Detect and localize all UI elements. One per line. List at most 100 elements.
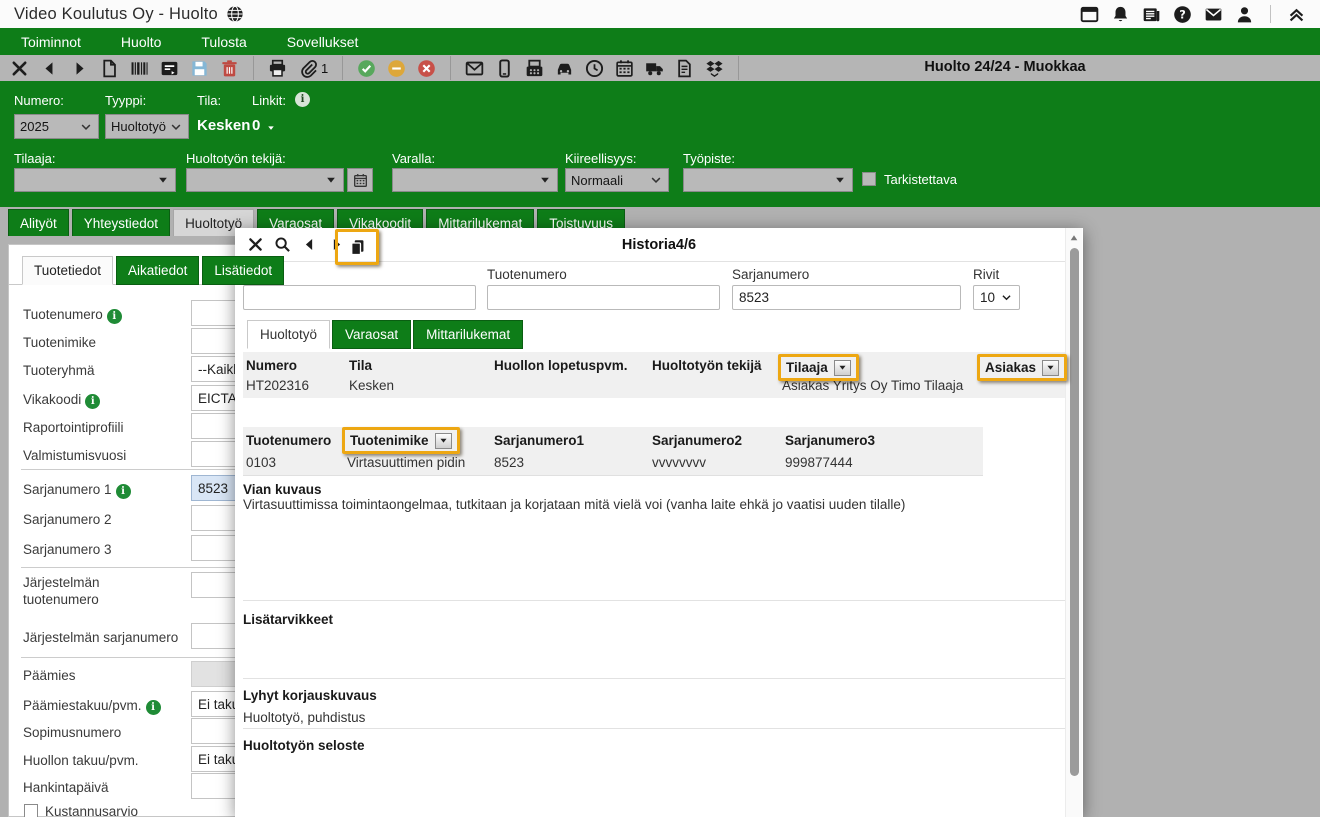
col-tuotenimike: Tuotenimike xyxy=(350,433,429,448)
modal-scrollbar[interactable] xyxy=(1065,228,1082,817)
modal-tabs: HuoltotyöVaraosatMittarilukemat xyxy=(247,320,523,349)
scroll-up-icon[interactable] xyxy=(1068,232,1080,244)
numero-select[interactable]: 2025 xyxy=(14,114,99,139)
save-icon[interactable] xyxy=(190,59,209,78)
field-label: Sopimusnumero xyxy=(23,724,183,741)
modal-tab-varaosat[interactable]: Varaosat xyxy=(332,320,411,349)
asiakas-dropdown-button[interactable] xyxy=(1042,360,1059,376)
tyopiste-select[interactable] xyxy=(683,168,853,192)
scrollbar-thumb[interactable] xyxy=(1070,248,1079,776)
linkit-count[interactable]: 0 xyxy=(252,117,260,134)
kustannusarvio-label: Kustannusarvio xyxy=(45,804,138,817)
car-icon[interactable] xyxy=(555,59,574,78)
korjauskuvaus-text: Huoltotyö, puhdistus xyxy=(243,709,1033,727)
tab-alityöt[interactable]: Alityöt xyxy=(8,209,69,236)
subtab-tuotetiedot[interactable]: Tuotetiedot xyxy=(22,256,113,285)
menu-toiminnot[interactable]: Toiminnot xyxy=(12,34,90,50)
etsi-input[interactable] xyxy=(243,285,476,310)
cross-circle-icon[interactable] xyxy=(417,59,436,78)
fax-icon[interactable] xyxy=(525,59,544,78)
tilaaja-dropdown-button[interactable] xyxy=(834,360,851,376)
tab-yhteystiedot[interactable]: Yhteystiedot xyxy=(72,209,170,236)
barcode-icon[interactable] xyxy=(130,59,149,78)
news-icon[interactable] xyxy=(1142,5,1161,24)
menu-sovellukset[interactable]: Sovellukset xyxy=(278,34,368,50)
modal-tab-mittarilukemat[interactable]: Mittarilukemat xyxy=(413,320,523,349)
mail-filled-icon[interactable] xyxy=(1204,5,1223,24)
file-edit-icon[interactable] xyxy=(675,59,694,78)
info-icon[interactable]: i xyxy=(116,484,131,499)
truck-icon[interactable] xyxy=(645,59,664,78)
chevron-down-icon xyxy=(1000,291,1013,304)
modal-tab-huoltotyö[interactable]: Huoltotyö xyxy=(247,320,330,349)
tilaaja-select[interactable] xyxy=(14,168,176,192)
sarjanumero-label: Sarjanumero xyxy=(732,267,809,282)
svg-text:?: ? xyxy=(1179,8,1186,21)
col-tekija: Huoltotyön tekijä xyxy=(652,358,762,373)
chevrons-up-icon[interactable] xyxy=(1287,5,1306,24)
field-label: Valmistumisvuosi xyxy=(23,447,183,464)
kiireellisyys-label: Kiireellisyys: xyxy=(565,151,637,166)
chevron-down-icon xyxy=(169,120,183,134)
caret-down-icon xyxy=(156,173,170,187)
bell-icon[interactable] xyxy=(1111,5,1130,24)
tuotenumero-input[interactable] xyxy=(487,285,720,310)
close-icon[interactable] xyxy=(10,59,29,78)
field-label: Tuotenimike xyxy=(23,334,183,351)
dropbox-icon[interactable] xyxy=(705,59,724,78)
info-icon[interactable]: i xyxy=(107,309,122,324)
seloste-heading: Huoltotyön seloste xyxy=(243,738,365,753)
mobile-icon[interactable] xyxy=(495,59,514,78)
minus-circle-icon[interactable] xyxy=(387,59,406,78)
caret-right-icon[interactable] xyxy=(70,59,89,78)
printer-icon[interactable] xyxy=(268,59,287,78)
field-label: Tuoteryhmä xyxy=(23,362,183,379)
tyyppi-select[interactable]: Huoltotyö xyxy=(105,114,189,139)
window-icon[interactable] xyxy=(1080,5,1099,24)
info-icon[interactable]: i xyxy=(85,394,100,409)
globe-icon xyxy=(226,5,244,23)
tasklist-icon[interactable] xyxy=(160,59,179,78)
field-label: Huollon takuu/pvm. xyxy=(23,752,183,769)
col-numero: Numero xyxy=(246,358,297,373)
tekija-calendar-button[interactable] xyxy=(347,168,373,192)
check-circle-icon[interactable] xyxy=(357,59,376,78)
tilaaja-column-highlight: Tilaaja xyxy=(778,354,859,381)
asiakas-column-highlight: Asiakas xyxy=(977,354,1067,381)
menu-huolto[interactable]: Huolto xyxy=(112,34,170,50)
cell-tuotenimike: Virtasuuttimen pidin xyxy=(347,455,465,470)
lisatarvikkeet-heading: Lisätarvikkeet xyxy=(243,612,333,627)
rivit-select[interactable]: 10 xyxy=(973,285,1020,310)
info-icon[interactable]: i xyxy=(146,700,161,715)
kustannusarvio-checkbox[interactable] xyxy=(24,804,38,817)
clock-icon[interactable] xyxy=(585,59,604,78)
subtab-aikatiedot[interactable]: Aikatiedot xyxy=(116,256,199,285)
paperclip-icon[interactable] xyxy=(298,59,317,78)
user-icon[interactable] xyxy=(1235,5,1254,24)
tekija-select[interactable] xyxy=(186,168,344,192)
linkit-info-icon[interactable]: i xyxy=(295,92,310,107)
chevron-down-icon xyxy=(649,173,663,187)
trash-icon[interactable] xyxy=(220,59,239,78)
doc-new-icon[interactable] xyxy=(100,59,119,78)
subtab-lisätiedot[interactable]: Lisätiedot xyxy=(202,256,284,285)
copy-icon[interactable] xyxy=(349,239,366,256)
sarjanumero-input[interactable]: 8523 xyxy=(732,285,961,310)
tarkistettava-checkbox[interactable] xyxy=(862,172,876,186)
tyyppi-label: Tyyppi: xyxy=(105,93,146,108)
kiireellisyys-select[interactable]: Normaali xyxy=(565,168,669,192)
calendar-icon[interactable] xyxy=(615,59,634,78)
mail-icon[interactable] xyxy=(465,59,484,78)
rivit-label: Rivit xyxy=(973,267,999,282)
caret-down-icon xyxy=(438,435,449,446)
help-icon[interactable]: ? xyxy=(1173,5,1192,24)
caret-left-icon[interactable] xyxy=(40,59,59,78)
product-subtabs: TuotetiedotAikatiedotLisätiedot xyxy=(22,256,284,285)
menu-tulosta[interactable]: Tulosta xyxy=(192,34,255,50)
field-label: Sarjanumero 2 xyxy=(23,511,183,528)
divider xyxy=(243,600,1065,601)
varalla-select[interactable] xyxy=(392,168,558,192)
tuotenimike-dropdown-button[interactable] xyxy=(435,433,452,449)
toolbar-divider xyxy=(738,56,739,80)
linkit-caret-icon[interactable] xyxy=(266,121,276,131)
